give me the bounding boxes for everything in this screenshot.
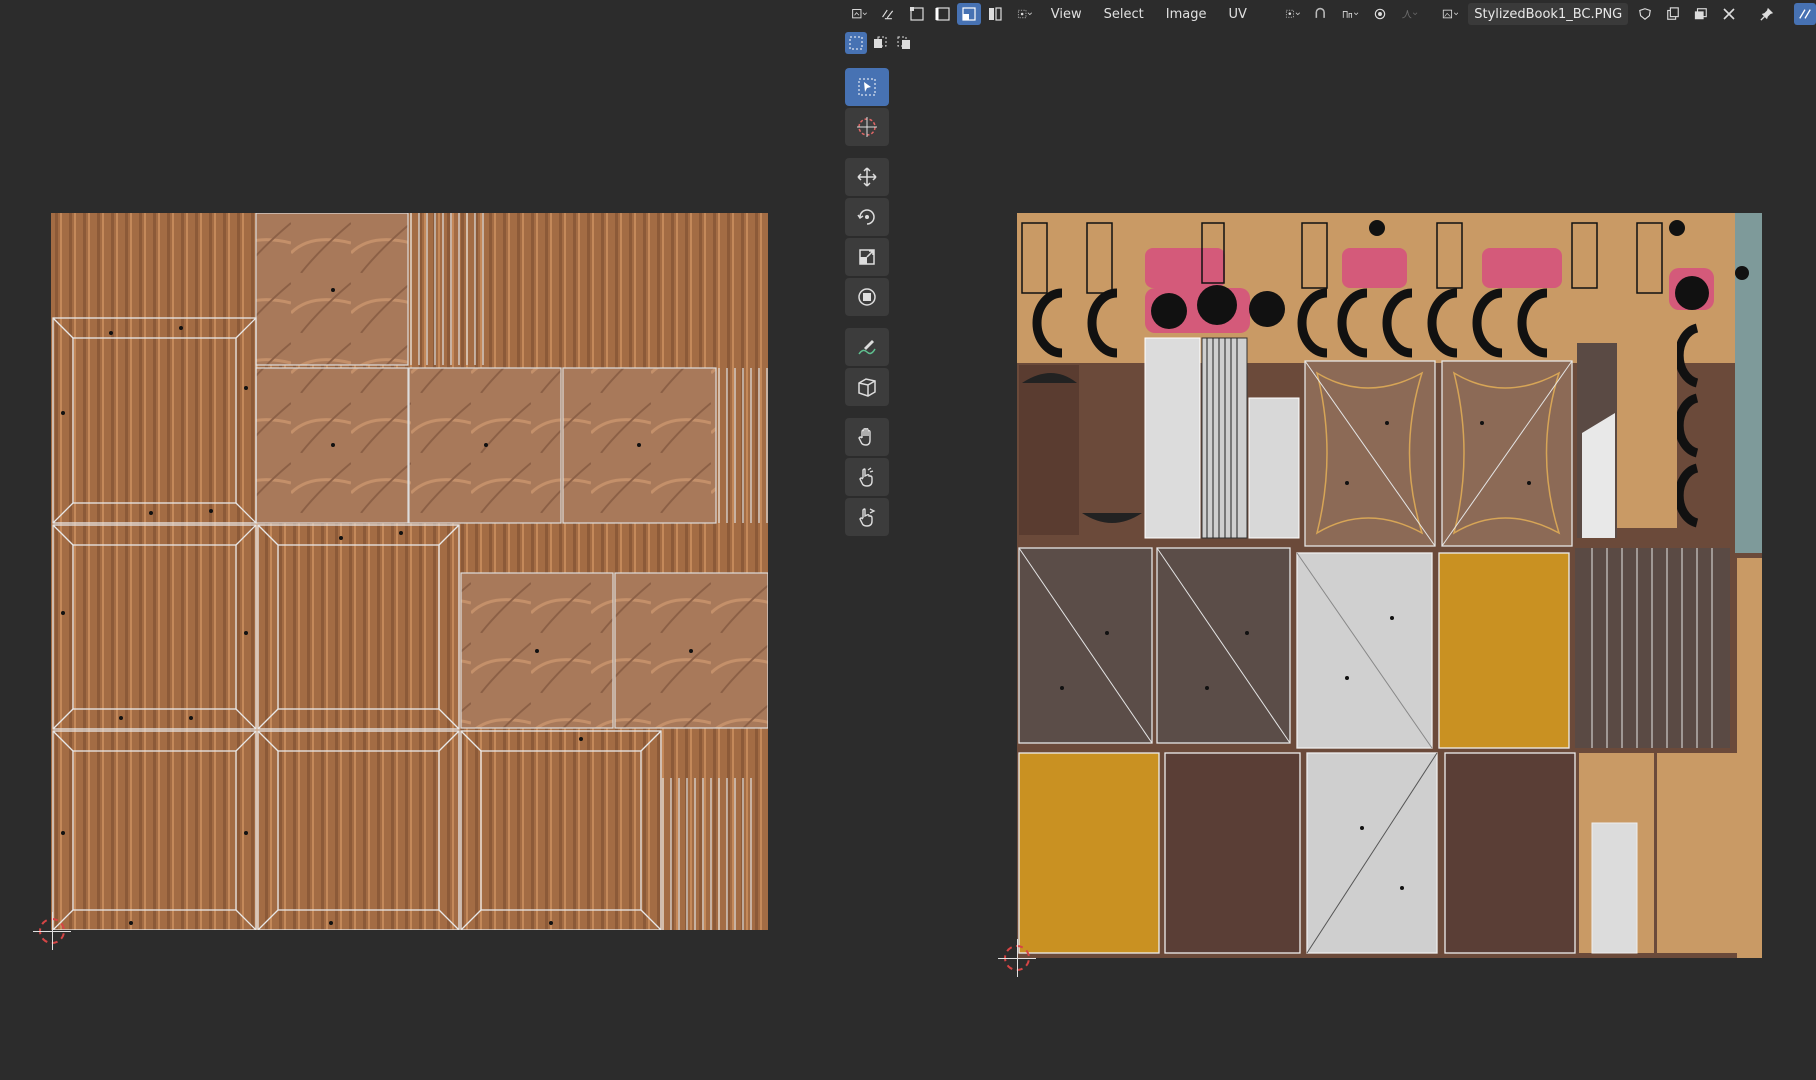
uv-select-mode-group [905, 3, 1007, 25]
face-select-icon[interactable] [957, 3, 982, 25]
select-subtract-icon[interactable] [893, 32, 915, 54]
pinch-icon[interactable] [845, 498, 889, 536]
fake-user-shield-icon[interactable] [1634, 3, 1656, 25]
menu-image[interactable]: Image [1158, 3, 1215, 25]
rotate-icon[interactable] [845, 198, 889, 236]
uv-texture-left[interactable] [51, 212, 769, 931]
scale-icon[interactable] [845, 238, 889, 276]
image-editor-header: View Select Image UV StylizedBook1_BC.PN… [840, 0, 1816, 28]
unlink-image-close-icon[interactable] [1718, 3, 1740, 25]
annotate-icon[interactable] [845, 328, 889, 366]
grab-icon[interactable] [845, 418, 889, 456]
snap-target-dropdown[interactable] [1338, 3, 1363, 25]
sync-selection-icon[interactable] [877, 3, 899, 25]
editor-type-dropdown[interactable] [848, 3, 871, 25]
island-select-icon[interactable] [983, 3, 1007, 25]
menu-uv[interactable]: UV [1220, 3, 1254, 25]
menu-view[interactable]: View [1043, 3, 1090, 25]
cursor-icon[interactable] [845, 108, 889, 146]
select-extend-icon[interactable] [869, 32, 891, 54]
pin-icon[interactable] [1756, 3, 1778, 25]
proportional-editing-icon[interactable] [1369, 3, 1391, 25]
image-editor-icon [852, 9, 868, 19]
relax-icon[interactable] [845, 458, 889, 496]
pivot-point-dropdown[interactable] [1281, 3, 1304, 25]
gizmo-toggle-icon[interactable] [1793, 3, 1816, 25]
select-new-icon[interactable] [845, 32, 867, 54]
new-image-icon[interactable] [1662, 3, 1684, 25]
transform-icon[interactable] [845, 278, 889, 316]
open-image-icon[interactable] [1690, 3, 1712, 25]
tool-shelf [845, 68, 891, 536]
box-select-mode-group [845, 32, 915, 54]
falloff-dropdown[interactable] [1397, 3, 1422, 25]
image-name-field[interactable]: StylizedBook1_BC.PNG [1468, 3, 1629, 25]
select-box-icon[interactable] [845, 68, 889, 106]
uv-2d-cursor-right[interactable] [998, 939, 1036, 977]
image-browse-dropdown[interactable] [1438, 3, 1463, 25]
uv-2d-cursor-left[interactable] [33, 912, 71, 950]
move-icon[interactable] [845, 158, 889, 196]
uv-texture-right[interactable] [1017, 213, 1762, 958]
rip-region-icon[interactable] [845, 368, 889, 406]
menu-select[interactable]: Select [1096, 3, 1152, 25]
edge-select-icon[interactable] [931, 3, 955, 25]
vertex-select-icon[interactable] [905, 3, 929, 25]
snap-toggle-icon[interactable] [1310, 3, 1332, 25]
sticky-selection-dropdown[interactable] [1013, 3, 1036, 25]
